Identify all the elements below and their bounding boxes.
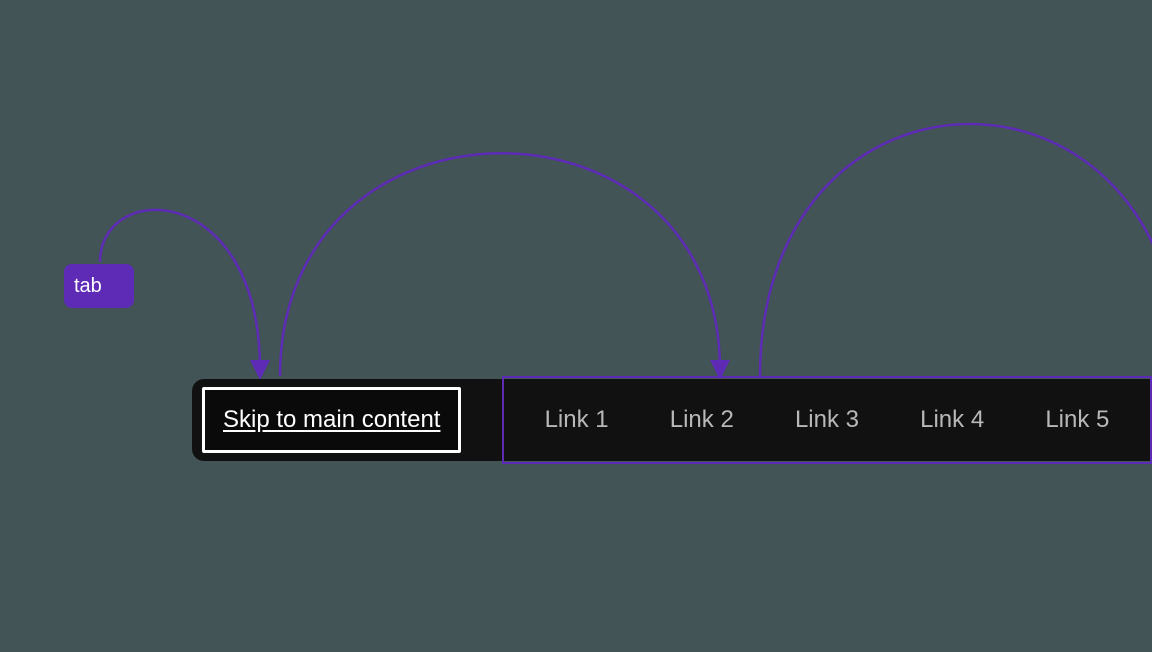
nav-link-2[interactable]: Link 2 bbox=[670, 406, 734, 434]
arc-links-to-main bbox=[760, 124, 1152, 376]
nav-link-5[interactable]: Link 5 bbox=[1045, 406, 1109, 434]
tab-flow-arcs bbox=[0, 0, 1152, 652]
tab-key-label: tab bbox=[74, 275, 102, 298]
nav-link-3[interactable]: Link 3 bbox=[795, 406, 859, 434]
skip-to-main-button[interactable]: Skip to main content bbox=[202, 387, 461, 453]
nav-link-4[interactable]: Link 4 bbox=[920, 406, 984, 434]
tab-key-badge: tab bbox=[64, 264, 134, 308]
nav-links-highlight: Link 1 Link 2 Link 3 Link 4 Link 5 bbox=[502, 376, 1152, 464]
skip-to-main-label: Skip to main content bbox=[223, 406, 440, 434]
arc-skip-to-links bbox=[280, 153, 720, 376]
nav-link-1[interactable]: Link 1 bbox=[545, 406, 609, 434]
